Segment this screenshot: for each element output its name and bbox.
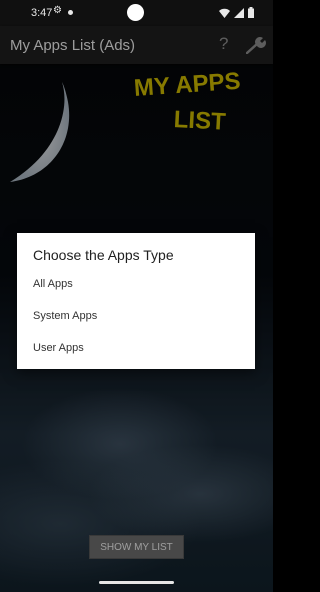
apps-type-dialog: Choose the Apps Type All Apps System App… bbox=[17, 233, 255, 369]
settings-gear-icon: ⚙ bbox=[53, 5, 62, 16]
notification-dot-icon bbox=[68, 10, 73, 15]
gesture-nav-handle[interactable] bbox=[99, 581, 174, 584]
battery-icon bbox=[248, 7, 254, 18]
screen: MY APPS LIST SHOW MY LIST 3:47 ⚙ My Apps… bbox=[0, 0, 273, 592]
status-time: 3:47 bbox=[31, 7, 53, 19]
status-bar: 3:47 ⚙ bbox=[0, 0, 273, 26]
option-label: System Apps bbox=[33, 310, 98, 322]
option-system-apps[interactable]: System Apps bbox=[17, 301, 255, 333]
option-label: All Apps bbox=[33, 278, 73, 290]
option-user-apps[interactable]: User Apps bbox=[17, 333, 255, 365]
dialog-title: Choose the Apps Type bbox=[33, 247, 174, 263]
option-label: User Apps bbox=[33, 342, 84, 354]
status-icons bbox=[219, 7, 254, 18]
wifi-icon bbox=[219, 8, 230, 18]
signal-icon bbox=[234, 7, 244, 18]
front-camera-cutout bbox=[127, 4, 144, 21]
option-all-apps[interactable]: All Apps bbox=[17, 269, 255, 301]
